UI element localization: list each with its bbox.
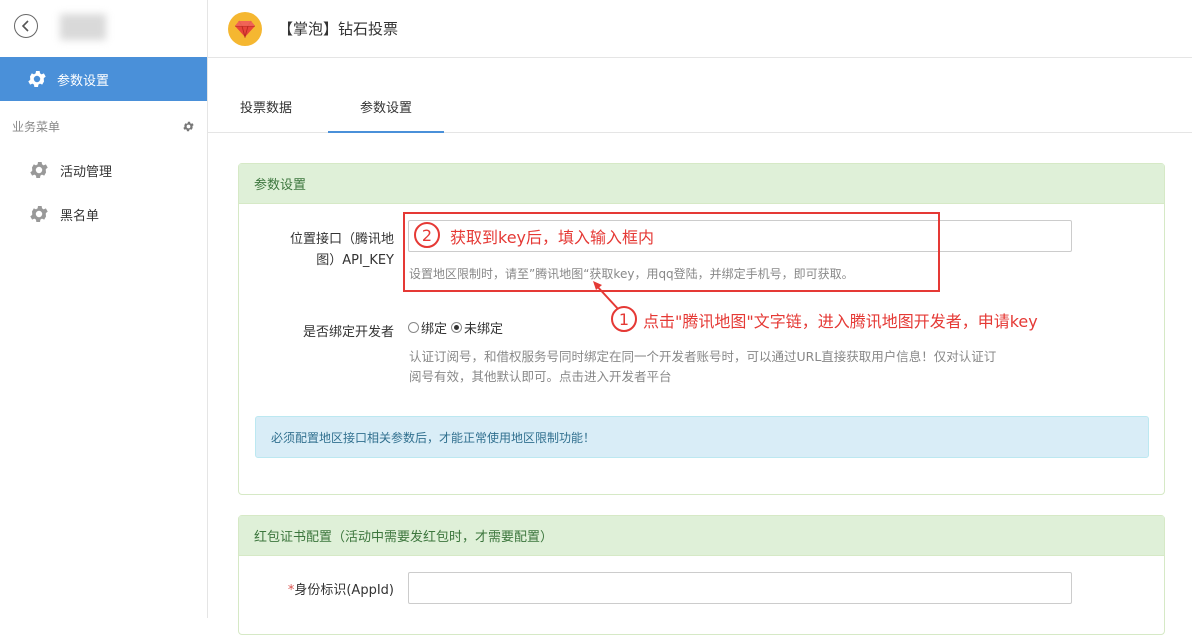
radio-unbind[interactable] [451, 322, 463, 333]
sidebar-group-label: 业务菜单 [12, 119, 61, 134]
radio-bind[interactable] [408, 322, 419, 333]
api-key-label-line1: 位置接口（腾讯地 [289, 232, 394, 247]
sidebar-item-label: 黑名单 [60, 208, 100, 224]
appid-input[interactable] [408, 572, 1072, 604]
sidebar-item-blacklist[interactable]: 黑名单 [0, 199, 207, 229]
annotation-step1-text: 点击"腾讯地图"文字链，进入腾讯地图开发者，申请key [643, 312, 1038, 331]
radio-unbind-label: 未绑定 [464, 322, 504, 337]
api-key-label-line2: 图）API_KEY [316, 253, 394, 268]
tab-bar: 投票数据 参数设置 [208, 92, 1192, 133]
sidebar-item-label: 参数设置 [57, 73, 110, 89]
bind-developer-help: 认证订阅号，和借权服务号同时绑定在同一个开发者账号时，可以通过URL直接获取用户… [409, 347, 1089, 387]
sidebar-item-label: 活动管理 [60, 164, 113, 180]
sidebar-item-params-settings[interactable]: 参数设置 [0, 57, 207, 101]
api-key-label: 位置接口（腾讯地 图）API_KEY [259, 229, 394, 271]
annotation-step2-text: 获取到key后，填入输入框内 [450, 228, 655, 247]
annotation-step1-number: 1 [611, 306, 637, 332]
gear-icon [30, 162, 48, 178]
bind-developer-radio-group: 绑定 未绑定 [408, 318, 503, 337]
radio-bind-label: 绑定 [421, 322, 448, 337]
bind-help-line1: 认证订阅号，和借权服务号同时绑定在同一个开发者账号时，可以通过URL直接获取用户… [409, 349, 997, 364]
appid-label: *身份标识(AppId) [259, 580, 394, 601]
diamond-icon [228, 11, 262, 46]
page-title: 【掌泡】钻石投票 [278, 20, 399, 38]
gear-icon[interactable] [182, 120, 195, 133]
app-header: 【掌泡】钻石投票 [208, 0, 1192, 58]
sidebar-item-activity-management[interactable]: 活动管理 [0, 155, 207, 185]
sidebar-group-business-menu: 业务菜单 [12, 117, 195, 135]
info-alert: 必须配置地区接口相关参数后，才能正常使用地区限制功能！ [255, 416, 1149, 458]
bind-developer-label: 是否绑定开发者 [302, 325, 394, 340]
blurred-account-name [60, 14, 106, 40]
gear-icon [30, 206, 48, 222]
appid-label-text: 身份标识(AppId) [294, 583, 394, 598]
panel-title: 参数设置 [239, 164, 1164, 204]
annotation-step2-number: 2 [414, 222, 440, 248]
back-icon[interactable] [14, 14, 38, 38]
tab-params-settings[interactable]: 参数设置 [328, 92, 444, 133]
redpacket-panel: 红包证书配置（活动中需要发红包时，才需要配置） *身份标识(AppId) [238, 515, 1165, 635]
bind-help-line2: 阅号有效，其他默认即可。点击进入开发者平台 [409, 369, 672, 384]
sidebar: 参数设置 业务菜单 活动管理 黑名单 [0, 0, 208, 618]
panel-title: 红包证书配置（活动中需要发红包时，才需要配置） [239, 516, 1164, 556]
tab-vote-data[interactable]: 投票数据 [226, 92, 306, 131]
gear-icon [28, 71, 46, 87]
